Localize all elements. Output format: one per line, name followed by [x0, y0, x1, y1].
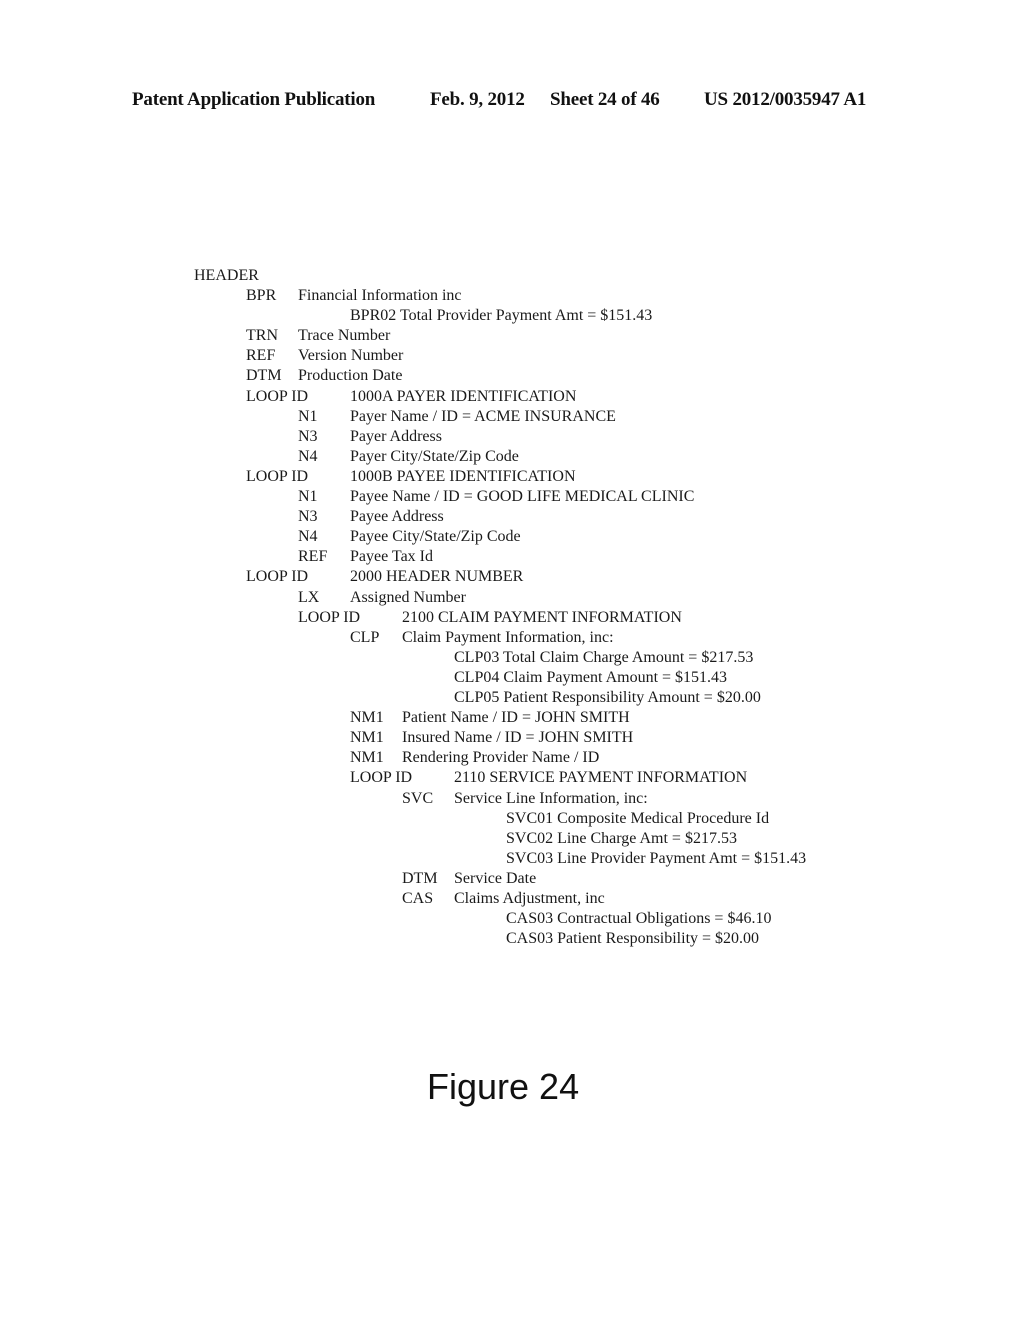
segment-description: CAS03 Contractual Obligations = $46.10: [506, 910, 772, 928]
segment-code: BPR: [246, 287, 277, 304]
segment-description: CLP03 Total Claim Charge Amount = $217.5…: [454, 648, 754, 666]
segment-description: Payee City/State/Zip Code: [350, 528, 521, 546]
segment-code: CAS: [402, 890, 434, 907]
segment-description: Payer Address: [350, 427, 442, 445]
segment-description: Service Line Information, inc:: [454, 789, 648, 807]
segment-code: DTM: [246, 367, 282, 385]
segment-description: SVC02 Line Charge Amt = $217.53: [506, 829, 737, 847]
segment-description: Insured Name / ID = JOHN SMITH: [402, 729, 634, 747]
tree-root: HEADER: [194, 267, 259, 284]
segment-description: Payee Address: [350, 508, 444, 526]
segment-description: Payer City/State/Zip Code: [350, 447, 519, 465]
segment-description: CLP05 Patient Responsibility Amount = $2…: [454, 689, 761, 706]
segment-description: Production Date: [298, 367, 403, 385]
sheet-number: Sheet 24 of 46: [550, 89, 660, 110]
segment-description: CLP04 Claim Payment Amount = $151.43: [454, 668, 728, 686]
publication-title: Patent Application Publication: [132, 89, 376, 110]
segment-description: Claims Adjustment, inc: [454, 890, 605, 907]
segment-code: LOOP ID: [350, 769, 413, 787]
segment-code: LOOP ID: [246, 467, 309, 485]
segment-code: TRN: [246, 327, 278, 345]
segment-code: REF: [298, 548, 328, 566]
segment-code: LOOP ID: [298, 608, 361, 626]
segment-description: 2000 HEADER NUMBER: [350, 568, 524, 586]
segment-description: Payee Name / ID = GOOD LIFE MEDICAL CLIN…: [350, 488, 695, 505]
segment-code: LOOP ID: [246, 387, 309, 405]
segment-code: NM1: [350, 729, 384, 747]
segment-code: REF: [246, 347, 276, 365]
segment-description: Service Date: [454, 869, 537, 887]
segment-description: 2110 SERVICE PAYMENT INFORMATION: [454, 769, 748, 787]
segment-code: LOOP ID: [246, 568, 309, 586]
segment-code: DTM: [402, 869, 438, 887]
segment-description: 1000A PAYER IDENTIFICATION: [350, 387, 577, 405]
segment-code: NM1: [350, 709, 384, 727]
segment-description: Financial Information inc: [298, 287, 462, 304]
segment-description: 2100 CLAIM PAYMENT INFORMATION: [402, 608, 682, 626]
segment-code: NM1: [350, 749, 384, 767]
segment-description: Payer Name / ID = ACME INSURANCE: [350, 407, 616, 425]
segment-code: N3: [298, 427, 318, 445]
segment-description: SVC03 Line Provider Payment Amt = $151.4…: [506, 849, 807, 867]
segment-description: Patient Name / ID = JOHN SMITH: [402, 709, 630, 727]
segment-description: BPR02 Total Provider Payment Amt = $151.…: [350, 307, 653, 325]
segment-description: Assigned Number: [350, 588, 466, 606]
patent-number: US 2012/0035947 A1: [704, 89, 867, 110]
segment-code: N1: [298, 407, 318, 425]
segment-description: Trace Number: [298, 327, 391, 345]
segment-code: CLP: [350, 628, 380, 646]
publication-date: Feb. 9, 2012: [430, 89, 525, 110]
segment-code: N1: [298, 488, 318, 505]
segment-description: SVC01 Composite Medical Procedure Id: [506, 809, 770, 827]
segment-description: 1000B PAYEE IDENTIFICATION: [350, 467, 576, 485]
segment-description: Claim Payment Information, inc:: [402, 628, 614, 646]
segment-code: SVC: [402, 789, 434, 807]
segment-code: N3: [298, 508, 318, 526]
segment-code: LX: [298, 588, 320, 606]
segment-code: N4: [298, 447, 318, 465]
segment-description: CAS03 Patient Responsibility = $20.00: [506, 930, 760, 948]
segment-description: Version Number: [298, 347, 404, 365]
segment-description: Payee Tax Id: [350, 548, 433, 566]
figure-label: Figure 24: [427, 1066, 580, 1107]
segment-code: N4: [298, 528, 318, 546]
segment-description: Rendering Provider Name / ID: [402, 749, 600, 767]
